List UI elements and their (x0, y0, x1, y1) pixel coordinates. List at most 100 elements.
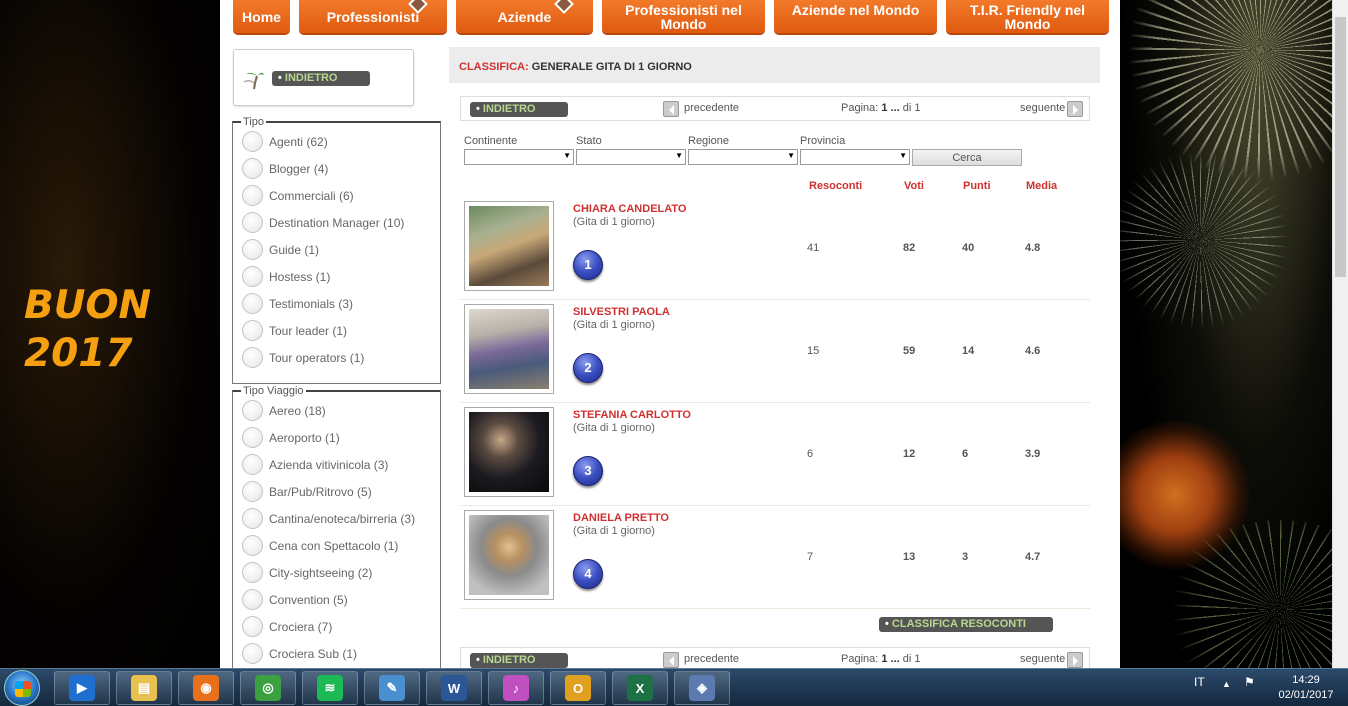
taskbar-app-firefox[interactable]: ◉ (178, 671, 234, 705)
radio-button[interactable] (242, 131, 263, 152)
taskbar-app-spotify[interactable]: ≋ (302, 671, 358, 705)
title-label: CLASSIFICA: (459, 61, 529, 73)
classifica-resoconti-button[interactable]: CLASSIFICA RESOCONTI (879, 617, 1053, 632)
radio-button[interactable] (242, 562, 263, 583)
greeting-line-2: 2017 (24, 331, 133, 376)
nav-aziende-mondo[interactable]: Aziende nel Mondo (774, 0, 937, 33)
radio-button[interactable] (242, 158, 263, 179)
start-button[interactable] (4, 670, 40, 706)
back-button[interactable]: INDIETRO (470, 102, 568, 117)
radio-button[interactable] (242, 643, 263, 664)
radio-button[interactable] (242, 535, 263, 556)
professional-name[interactable]: DANIELA PRETTO (573, 512, 669, 524)
taskbar-app-chrome[interactable]: ◎ (240, 671, 296, 705)
scrollbar-thumb[interactable] (1335, 17, 1346, 277)
nav-aziende[interactable]: Aziende (456, 0, 593, 33)
next-link[interactable]: seguente (1020, 102, 1065, 114)
radio-button[interactable] (242, 427, 263, 448)
continente-select[interactable] (464, 149, 574, 165)
filter-option[interactable]: Crociera (7) (233, 613, 440, 640)
filter-option[interactable]: Aereo (18) (233, 397, 440, 424)
filter-option[interactable]: Destination Manager (10) (233, 209, 440, 236)
prev-link[interactable]: precedente (684, 102, 739, 114)
radio-button[interactable] (242, 320, 263, 341)
radio-button[interactable] (242, 212, 263, 233)
excel-icon: X (627, 675, 653, 701)
filter-option[interactable]: Guide (1) (233, 236, 440, 263)
filter-option[interactable]: Tour leader (1) (233, 317, 440, 344)
filter-option-label: Commerciali (6) (269, 188, 354, 203)
radio-button[interactable] (242, 239, 263, 260)
radio-button[interactable] (242, 508, 263, 529)
filter-option[interactable]: Azienda vitivinicola (3) (233, 451, 440, 478)
nav-professionisti-mondo[interactable]: Professionisti nel Mondo (602, 0, 765, 33)
filter-option[interactable]: City-sightseeing (2) (233, 559, 440, 586)
filter-option[interactable]: Tour operators (1) (233, 344, 440, 371)
professional-name[interactable]: STEFANIA CARLOTTO (573, 409, 691, 421)
next-arrow-icon[interactable] (1067, 652, 1083, 668)
radio-button[interactable] (242, 293, 263, 314)
taskbar-app-security-center[interactable]: ◈ (674, 671, 730, 705)
profile-photo[interactable] (464, 510, 554, 600)
profile-photo[interactable] (464, 201, 554, 291)
taskbar-app-itunes[interactable]: ♪ (488, 671, 544, 705)
stato-select[interactable] (576, 149, 686, 165)
radio-button[interactable] (242, 347, 263, 368)
back-button[interactable]: INDIETRO (272, 71, 370, 86)
prev-arrow-icon[interactable] (663, 652, 679, 668)
action-center-flag-icon[interactable]: ⚑ (1244, 675, 1255, 689)
professional-name[interactable]: SILVESTRI PAOLA (573, 306, 670, 318)
profile-photo-image (469, 309, 549, 389)
page-scrollbar[interactable] (1332, 0, 1348, 668)
media-value: 4.6 (1025, 345, 1041, 357)
language-indicator[interactable]: IT (1194, 675, 1205, 689)
resoconti-value: 7 (807, 551, 814, 563)
taskbar-app-outlook[interactable]: O (550, 671, 606, 705)
filter-option[interactable]: Testimonials (3) (233, 290, 440, 317)
filter-option[interactable]: Agenti (62) (233, 128, 440, 155)
regione-select[interactable] (688, 149, 798, 165)
filter-option[interactable]: Crociera Sub (1) (233, 640, 440, 667)
provincia-field: Provincia (800, 135, 910, 165)
filter-option[interactable]: Bar/Pub/Ritrovo (5) (233, 478, 440, 505)
radio-button[interactable] (242, 185, 263, 206)
professional-name[interactable]: CHIARA CANDELATO (573, 203, 686, 215)
filter-option[interactable]: Convention (5) (233, 586, 440, 613)
next-arrow-icon[interactable] (1067, 101, 1083, 117)
next-link[interactable]: seguente (1020, 653, 1065, 665)
profile-photo[interactable] (464, 304, 554, 394)
prev-link[interactable]: precedente (684, 653, 739, 665)
radio-button[interactable] (242, 616, 263, 637)
radio-button[interactable] (242, 266, 263, 287)
taskbar-app-feather-app[interactable]: ✎ (364, 671, 420, 705)
nav-home[interactable]: Home (233, 0, 290, 33)
taskbar-app-word[interactable]: W (426, 671, 482, 705)
page-suffix: di 1 (902, 102, 921, 114)
back-button[interactable]: INDIETRO (470, 653, 568, 668)
filter-option[interactable]: Commerciali (6) (233, 182, 440, 209)
filter-option[interactable]: Cena con Spettacolo (1) (233, 532, 440, 559)
voti-value: 12 (903, 448, 916, 460)
filter-option[interactable]: Cantina/enoteca/birreria (3) (233, 505, 440, 532)
profile-photo[interactable] (464, 407, 554, 497)
nav-professionisti[interactable]: Professionisti (299, 0, 447, 33)
search-button[interactable]: Cerca (912, 149, 1022, 166)
prev-arrow-icon[interactable] (663, 101, 679, 117)
radio-button[interactable] (242, 589, 263, 610)
filter-option[interactable]: Hostess (1) (233, 263, 440, 290)
clock[interactable]: 14:29 02/01/2017 (1272, 673, 1340, 703)
tray-expand-icon[interactable]: ▲ (1222, 679, 1231, 689)
trip-type: (Gita di 1 giorno) (573, 422, 655, 434)
taskbar-app-media-player[interactable]: ▶ (54, 671, 110, 705)
provincia-select[interactable] (800, 149, 910, 165)
taskbar-app-file-explorer[interactable]: ▤ (116, 671, 172, 705)
filter-option[interactable]: Aeroporto (1) (233, 424, 440, 451)
filter-tipo-viaggio: Tipo Viaggio Aereo (18) Aeroporto (1) Azie… (232, 385, 441, 668)
taskbar-app-excel[interactable]: X (612, 671, 668, 705)
filter-option-label: Cantina/enoteca/birreria (3) (269, 511, 416, 526)
filter-option[interactable]: Blogger (4) (233, 155, 440, 182)
radio-button[interactable] (242, 454, 263, 475)
radio-button[interactable] (242, 481, 263, 502)
radio-button[interactable] (242, 400, 263, 421)
nav-tir-friendly[interactable]: T.I.R. Friendly nel Mondo (946, 0, 1109, 33)
